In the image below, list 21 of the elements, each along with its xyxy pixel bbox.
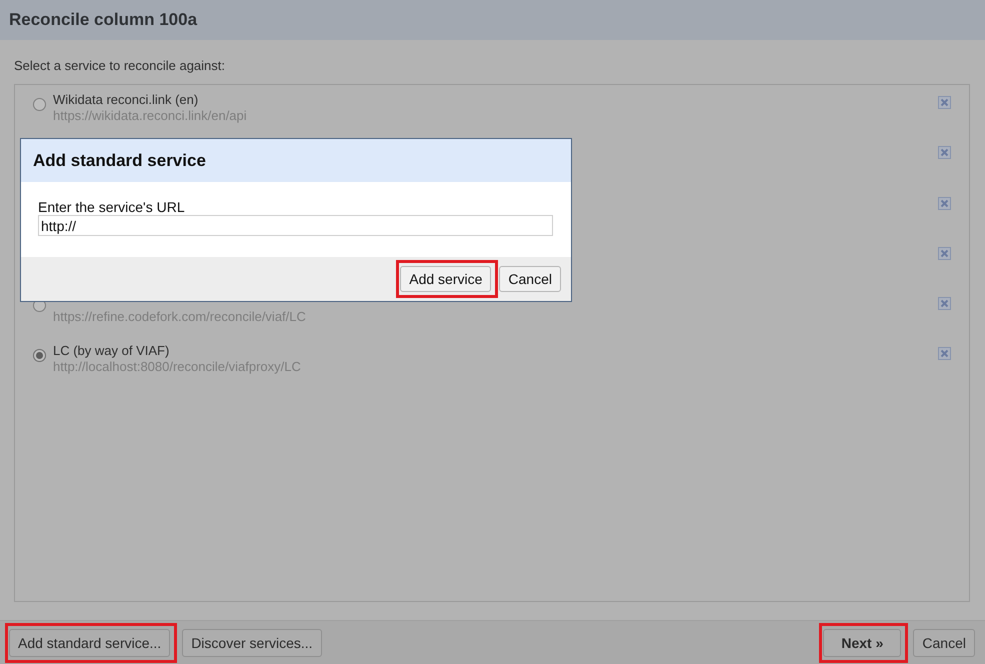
remove-icon[interactable] xyxy=(938,196,951,210)
next-button[interactable]: Next » xyxy=(823,628,902,656)
remove-icon[interactable] xyxy=(938,297,951,310)
radio-button[interactable] xyxy=(33,98,46,111)
action-button[interactable]: Discover services... xyxy=(182,628,322,656)
modal-title: Add standard service xyxy=(33,150,206,170)
prompt-text: Select a service to reconcile against: xyxy=(14,58,225,74)
field-label: Enter the service's URL xyxy=(38,200,185,215)
service-name[interactable]: Wikidata reconci.link (en) xyxy=(53,92,198,108)
action-button[interactable]: Cancel xyxy=(499,266,561,292)
url-input[interactable]: http:// xyxy=(38,215,553,236)
action-button[interactable]: Add standard service... xyxy=(9,628,170,656)
action-button[interactable]: Add service xyxy=(400,266,492,292)
remove-icon[interactable] xyxy=(938,146,951,160)
remove-icon[interactable] xyxy=(938,246,951,260)
radio-button[interactable] xyxy=(33,349,46,362)
service-name[interactable]: LC (by way of VIAF) xyxy=(53,343,170,360)
remove-icon[interactable] xyxy=(938,96,951,109)
remove-icon[interactable] xyxy=(938,347,951,360)
dialog-title: Reconcile column 100a xyxy=(9,10,198,30)
action-button[interactable]: Cancel xyxy=(913,628,975,656)
